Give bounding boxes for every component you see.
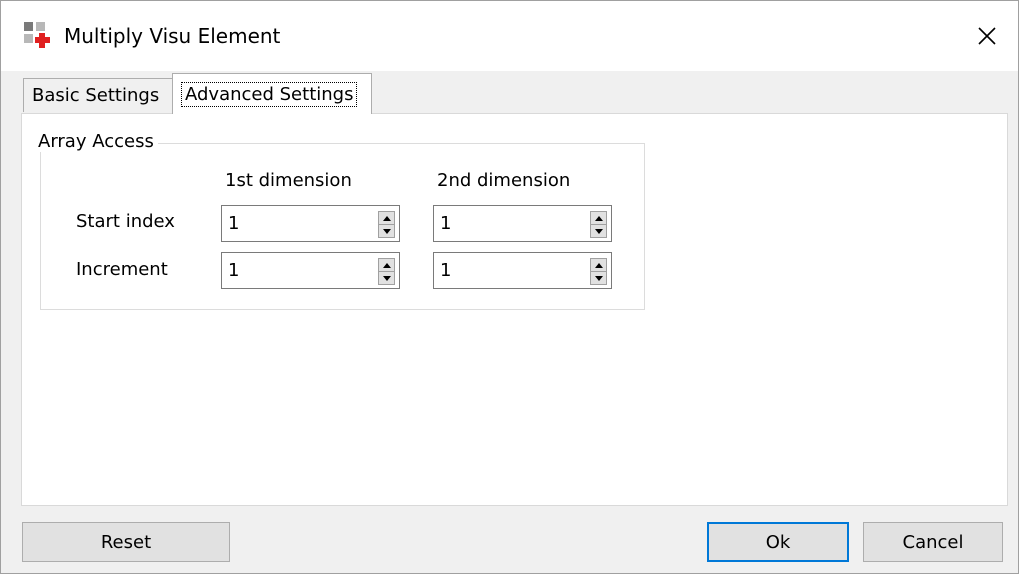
spinbox-value: 1 — [228, 260, 240, 281]
row-label-increment: Increment — [76, 259, 168, 280]
tab-advanced-settings[interactable]: Advanced Settings — [172, 73, 372, 114]
spin-arrows[interactable] — [590, 211, 607, 238]
spin-arrows[interactable] — [378, 211, 395, 238]
spinbox-value: 1 — [440, 213, 452, 234]
tab-label: Advanced Settings — [181, 81, 358, 107]
spin-arrows[interactable] — [590, 258, 607, 285]
spin-down-icon[interactable] — [591, 272, 606, 284]
increment-1st-spinbox[interactable]: 1 — [221, 252, 400, 289]
spinbox-value: 1 — [228, 213, 240, 234]
spin-arrows[interactable] — [378, 258, 395, 285]
column-header-2nd: 2nd dimension — [437, 170, 571, 191]
spin-down-icon[interactable] — [591, 225, 606, 237]
spin-down-icon[interactable] — [379, 272, 394, 284]
group-legend: Array Access — [34, 131, 158, 152]
spin-up-icon[interactable] — [591, 259, 606, 272]
spin-up-icon[interactable] — [379, 259, 394, 272]
start-index-2nd-spinbox[interactable]: 1 — [433, 205, 612, 242]
dialog-window: Multiply Visu Element Basic Settings Adv… — [0, 0, 1019, 574]
close-icon — [978, 27, 996, 45]
ok-button[interactable]: Ok — [707, 522, 849, 562]
increment-2nd-spinbox[interactable]: 1 — [433, 252, 612, 289]
window-title: Multiply Visu Element — [64, 24, 281, 48]
row-label-start-index: Start index — [76, 211, 175, 232]
tab-basic-settings[interactable]: Basic Settings — [23, 78, 173, 112]
start-index-1st-spinbox[interactable]: 1 — [221, 205, 400, 242]
close-button[interactable] — [965, 15, 1009, 57]
column-header-1st: 1st dimension — [225, 170, 352, 191]
cancel-button[interactable]: Cancel — [863, 522, 1003, 562]
tab-panel: Array Access 1st dimension 2nd dimension… — [21, 113, 1008, 506]
reset-button[interactable]: Reset — [22, 522, 230, 562]
spin-up-icon[interactable] — [379, 212, 394, 225]
title-bar: Multiply Visu Element — [1, 1, 1018, 71]
tab-label: Basic Settings — [32, 85, 160, 106]
spinbox-value: 1 — [440, 260, 452, 281]
spin-up-icon[interactable] — [591, 212, 606, 225]
app-icon — [24, 22, 50, 48]
spin-down-icon[interactable] — [379, 225, 394, 237]
